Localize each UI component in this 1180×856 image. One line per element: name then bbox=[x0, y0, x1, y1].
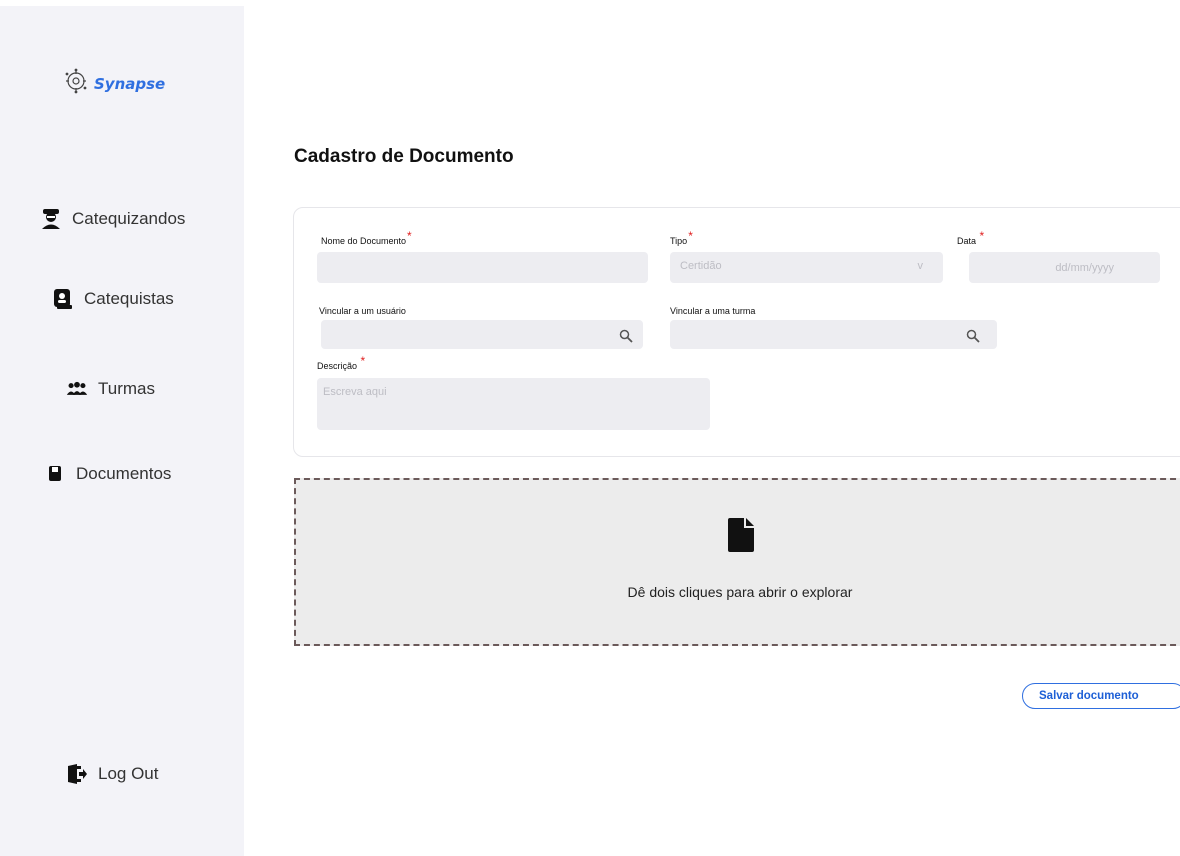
group-icon bbox=[66, 378, 88, 400]
nome-documento-input[interactable] bbox=[317, 252, 648, 283]
sidebar-item-label: Catequistas bbox=[84, 289, 174, 308]
search-icon[interactable] bbox=[619, 329, 633, 343]
vincular-turma-input[interactable] bbox=[670, 320, 997, 349]
brand-name: Synapse bbox=[94, 74, 166, 93]
sidebar-item-documentos[interactable]: Documentos bbox=[44, 463, 171, 485]
data-label: Data * bbox=[957, 229, 985, 246]
page-title: Cadastro de Documento bbox=[294, 146, 514, 167]
logout-button[interactable]: Log Out bbox=[66, 763, 159, 785]
sidebar-item-label: Documentos bbox=[76, 464, 172, 483]
tipo-select[interactable]: Certidão v bbox=[670, 252, 943, 283]
document-form-card: Nome do Documento* Tipo* Certidão v Data… bbox=[293, 207, 1180, 457]
logout-label: Log Out bbox=[98, 764, 159, 783]
vincular-usuario-input[interactable] bbox=[321, 320, 643, 349]
logout-icon bbox=[66, 763, 88, 785]
descricao-textarea[interactable] bbox=[317, 378, 710, 430]
required-mark: * bbox=[688, 229, 693, 243]
required-mark: * bbox=[360, 354, 366, 368]
nome-documento-label: Nome do Documento* bbox=[321, 229, 412, 246]
sidebar: Synapse Catequizandos Catequistas Turmas… bbox=[0, 6, 244, 856]
id-badge-icon bbox=[52, 288, 74, 310]
synapse-logo-icon bbox=[64, 68, 88, 99]
tipo-selected-value: Certidão bbox=[680, 260, 722, 272]
search-icon[interactable] bbox=[966, 329, 980, 343]
sidebar-item-catequistas[interactable]: Catequistas bbox=[52, 288, 174, 310]
sidebar-item-label: Catequizandos bbox=[72, 209, 186, 228]
descricao-label: Descrição * bbox=[317, 354, 366, 371]
save-document-button[interactable]: Salvar documento bbox=[1022, 683, 1180, 709]
sidebar-item-label: Turmas bbox=[98, 379, 155, 398]
brand-logo[interactable]: Synapse bbox=[64, 68, 165, 99]
tipo-label: Tipo* bbox=[670, 229, 693, 246]
user-hat-icon bbox=[40, 208, 62, 230]
file-dropzone[interactable]: Dê dois cliques para abrir o explorar bbox=[294, 478, 1180, 646]
sidebar-item-turmas[interactable]: Turmas bbox=[66, 378, 155, 400]
file-icon bbox=[728, 518, 754, 557]
required-mark: * bbox=[407, 229, 412, 243]
chevron-down-icon: v bbox=[917, 260, 924, 272]
vincular-usuario-label: Vincular a um usuário bbox=[319, 306, 406, 316]
vincular-turma-label: Vincular a uma turma bbox=[670, 306, 756, 316]
dropzone-text: Dê dois cliques para abrir o explorar bbox=[627, 584, 853, 600]
required-mark: * bbox=[979, 229, 985, 243]
sidebar-item-catequizandos[interactable]: Catequizandos bbox=[40, 208, 185, 230]
data-input[interactable] bbox=[969, 252, 1160, 283]
document-icon bbox=[44, 463, 66, 485]
